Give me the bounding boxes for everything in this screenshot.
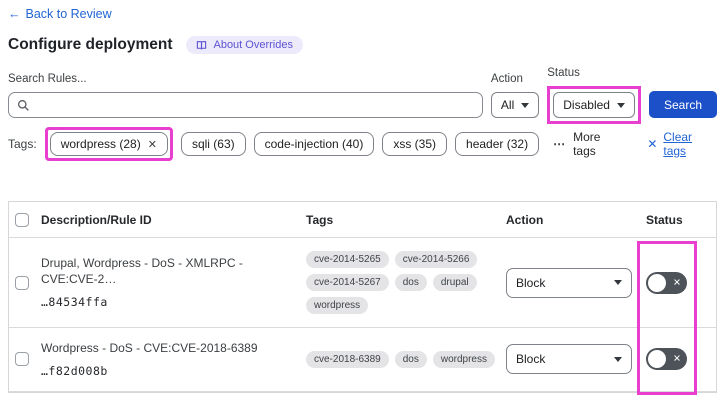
- description-cell: Wordpress - DoS - CVE:CVE-2018-6389 …f82…: [41, 341, 306, 378]
- chevron-down-icon: [614, 280, 622, 285]
- tag-chip-wordpress[interactable]: wordpress (28) ✕: [49, 132, 168, 156]
- column-header-tags: Tags: [306, 212, 334, 227]
- action-label: Action: [490, 73, 523, 85]
- search-group: Search Rules...: [8, 73, 483, 118]
- tags-cell: cve-2014-5265 cve-2014-5266 cve-2014-526…: [306, 251, 506, 314]
- row-checkbox[interactable]: [15, 275, 29, 290]
- rule-tag: dos: [394, 274, 427, 291]
- configure-deployment-page: ← Back to Review Configure deployment Ab…: [0, 0, 725, 395]
- search-rules-label: Search Rules...: [8, 73, 87, 85]
- action-dropdown[interactable]: All: [490, 92, 540, 118]
- column-header-description: Description/Rule ID: [41, 212, 152, 227]
- search-button[interactable]: Search: [648, 91, 717, 118]
- rule-tag: cve-2014-5266: [394, 251, 478, 268]
- row-checkbox[interactable]: [15, 352, 29, 367]
- back-link-label: Back to Review: [25, 7, 112, 21]
- status-cell: ✕: [638, 271, 716, 294]
- rule-description: Drupal, Wordpress - DoS - XMLRPC - CVE:C…: [41, 256, 243, 286]
- tag-chip-sqli[interactable]: sqli (63): [180, 132, 246, 156]
- table-row: Drupal, Wordpress - DoS - XMLRPC - CVE:C…: [9, 238, 716, 328]
- rule-description: Wordpress - DoS - CVE:CVE-2018-6389: [41, 341, 258, 355]
- rule-tag: drupal: [432, 274, 477, 291]
- action-dropdown-value: All: [500, 98, 515, 112]
- row-checkbox-cell: [9, 275, 41, 290]
- column-header-status: Status: [646, 212, 683, 227]
- status-toggle-off[interactable]: ✕: [646, 271, 687, 294]
- toggle-knob: [648, 273, 666, 292]
- title-row: Configure deployment About Overrides: [8, 36, 717, 54]
- filters-bar: Search Rules... Action All Status Disabl…: [8, 67, 717, 124]
- toggle-x-icon: ✕: [673, 353, 681, 365]
- action-select-value: Block: [516, 275, 546, 290]
- rule-id: …84534ffa: [41, 294, 108, 309]
- toggle-knob: [648, 350, 666, 369]
- tag-chip-header[interactable]: header (32): [455, 132, 540, 156]
- tag-chip-code-injection[interactable]: code-injection (40): [253, 132, 375, 156]
- rule-id: …f82d008b: [41, 363, 108, 378]
- status-label: Status: [547, 67, 580, 79]
- action-cell: Block: [506, 267, 638, 298]
- tags-label: Tags:: [8, 137, 37, 151]
- toggle-x-icon: ✕: [673, 276, 681, 288]
- ellipsis-icon: ⋯: [553, 137, 567, 151]
- tags-bar: Tags: wordpress (28) ✕ sqli (63) code-in…: [8, 127, 717, 161]
- clear-icon: ✕: [647, 137, 658, 151]
- tags-cell: cve-2018-6389 dos wordpress: [306, 350, 506, 368]
- action-select-value: Block: [516, 352, 546, 367]
- status-dropdown[interactable]: Disabled: [553, 92, 635, 118]
- action-filter-group: Action All: [490, 73, 540, 118]
- table-header-row: Description/Rule ID Tags Action Status: [9, 202, 716, 238]
- status-dropdown-highlight-box: Disabled: [547, 86, 641, 124]
- more-tags-label: More tags: [573, 130, 601, 158]
- about-overrides-label: About Overrides: [213, 39, 293, 51]
- header-checkbox-cell: [9, 212, 41, 227]
- search-rules-input[interactable]: [9, 93, 482, 117]
- status-toggle-off[interactable]: ✕: [646, 348, 687, 371]
- description-cell: Drupal, Wordpress - DoS - XMLRPC - CVE:C…: [41, 256, 306, 308]
- book-icon: [196, 40, 207, 51]
- rules-table: Description/Rule ID Tags Action Status D…: [8, 201, 717, 395]
- rule-tag: dos: [394, 350, 427, 368]
- clear-tags-label: Clear tags: [663, 130, 693, 158]
- back-arrow-icon: ←: [8, 7, 21, 21]
- row-checkbox-cell: [9, 352, 41, 367]
- action-cell: Block: [506, 344, 638, 375]
- status-filter-group: Status Disabled: [547, 67, 641, 124]
- search-box: [8, 92, 483, 118]
- remove-tag-icon[interactable]: ✕: [148, 138, 157, 151]
- page-title: Configure deployment: [8, 36, 173, 53]
- more-tags-button[interactable]: ⋯ More tags: [553, 130, 625, 158]
- about-overrides-badge[interactable]: About Overrides: [186, 36, 303, 54]
- rule-tag: cve-2018-6389: [306, 350, 389, 368]
- rule-tag: cve-2014-5265: [306, 251, 389, 268]
- chevron-down-icon: [616, 102, 625, 108]
- action-select-dropdown[interactable]: Block: [506, 267, 632, 298]
- chevron-down-icon: [521, 102, 530, 108]
- tag-chip-label: wordpress (28): [60, 137, 141, 151]
- table-row: Wordpress - DoS - CVE:CVE-2018-6389 …f82…: [9, 328, 716, 392]
- select-all-checkbox[interactable]: [15, 212, 29, 227]
- action-select-dropdown[interactable]: Block: [506, 344, 632, 375]
- chevron-down-icon: [614, 356, 622, 362]
- column-header-action: Action: [506, 212, 544, 227]
- back-to-review-link[interactable]: ← Back to Review: [8, 7, 112, 21]
- clear-tags-link[interactable]: ✕ Clear tags: [647, 130, 717, 158]
- wordpress-chip-highlight-box: wordpress (28) ✕: [44, 127, 173, 161]
- rule-tag: wordpress: [432, 350, 495, 368]
- tag-chip-xss[interactable]: xss (35): [382, 132, 448, 156]
- status-dropdown-value: Disabled: [563, 98, 610, 112]
- rule-tag: wordpress: [306, 297, 369, 314]
- status-cell: ✕: [638, 348, 716, 371]
- rule-tag: cve-2014-5267: [306, 274, 389, 291]
